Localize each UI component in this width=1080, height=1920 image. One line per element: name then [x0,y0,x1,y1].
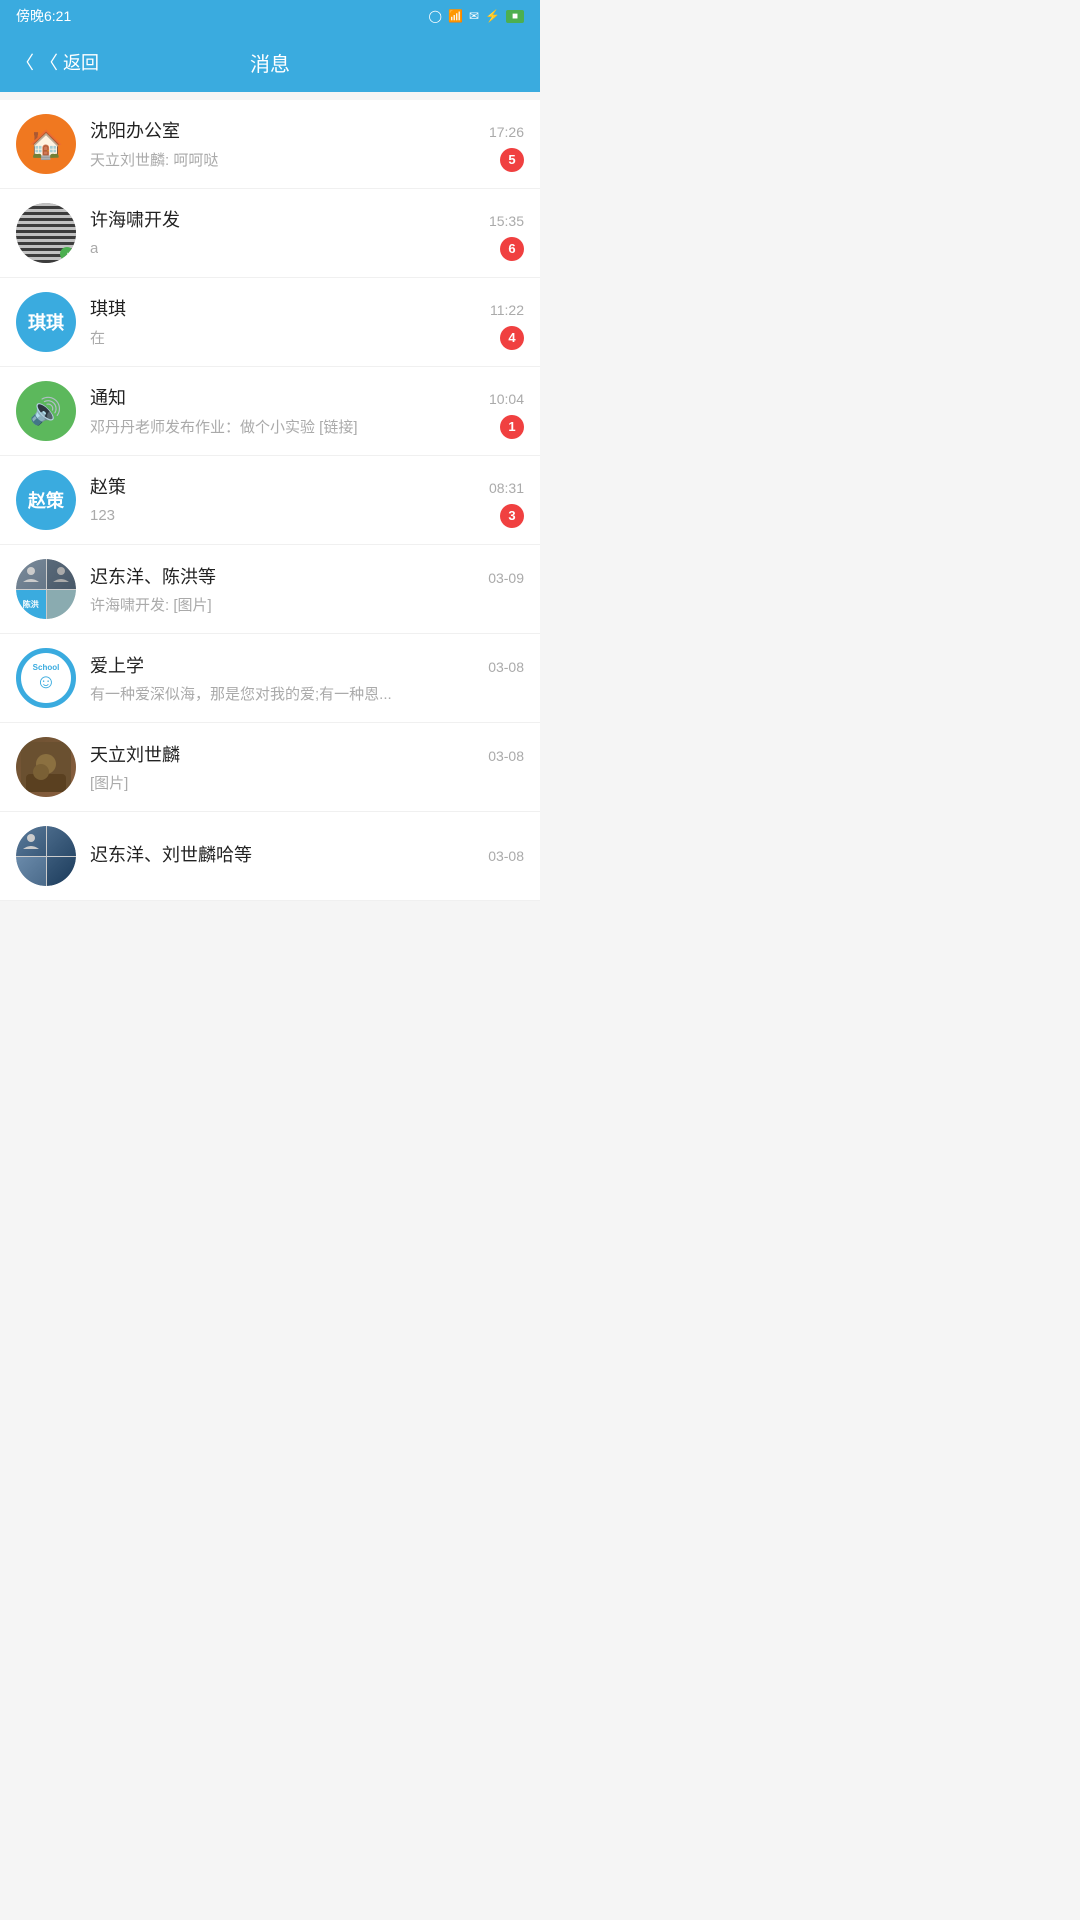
message-time: 08:31 [489,480,524,496]
unread-badge: 5 [500,148,524,172]
message-preview: 邓丹丹老师发布作业：做个小实验 [链接] [90,416,358,437]
contact-name: 爱上学 [90,652,144,678]
message-preview: [图片] [90,772,128,793]
message-time: 03-08 [488,659,524,675]
message-time: 03-09 [488,570,524,586]
message-time: 11:22 [490,302,524,318]
unread-badge: 1 [500,415,524,439]
avatar-text: 赵策 [28,487,64,513]
contact-name: 通知 [90,384,126,410]
message-preview: 许海啸开发: [图片] [90,594,212,615]
contact-name: 沈阳办公室 [90,117,180,143]
contact-name: 赵策 [90,473,126,499]
contact-name: 琪琪 [90,295,126,321]
avatar: 陈洪 [16,559,76,619]
message-content: 迟东洋、刘世麟哈等 03-08 [90,841,524,872]
avatar: School ☺ [16,648,76,708]
unread-badge: 3 [500,504,524,528]
list-item[interactable]: ♪ 许海啸开发 15:35 a 6 [0,189,540,278]
message-time: 03-08 [488,848,524,864]
list-item[interactable]: 🏠 沈阳办公室 17:26 天立刘世麟: 呵呵哒 5 [0,100,540,189]
avatar [16,737,76,797]
message-content: 天立刘世麟 03-08 [图片] [90,741,524,793]
avatar: 🔊 [16,381,76,441]
photo-icon [21,742,71,792]
message-content: 琪琪 11:22 在 4 [90,295,524,350]
message-preview: 天立刘世麟: 呵呵哒 [90,149,218,170]
avatar [16,826,76,886]
message-content: 通知 10:04 邓丹丹老师发布作业：做个小实验 [链接] 1 [90,384,524,439]
list-item[interactable]: 🔊 通知 10:04 邓丹丹老师发布作业：做个小实验 [链接] 1 [0,367,540,456]
group-avatar: 陈洪 [16,559,76,619]
avatar: 赵策 [16,470,76,530]
message-time: 10:04 [489,391,524,407]
avatar: 琪琪 [16,292,76,352]
group-avatar-2 [16,826,76,886]
contact-name: 许海啸开发 [90,206,180,232]
list-item[interactable]: 迟东洋、刘世麟哈等 03-08 [0,812,540,901]
battery-charging-icon: ⚡ [485,9,500,23]
header: 〈 〈 返回 消息 [0,32,540,92]
contact-name: 迟东洋、刘世麟哈等 [90,841,252,867]
contact-name: 天立刘世麟 [90,741,180,767]
wifi-icon: 📶 [448,9,463,23]
message-time: 15:35 [489,213,524,229]
house-icon: 🏠 [29,128,64,161]
message-time: 03-08 [488,748,524,764]
back-label: 〈 返回 [40,49,99,75]
list-item[interactable]: School ☺ 爱上学 03-08 有一种爱深似海，那是您对我的爱;有一种恩.… [0,634,540,723]
message-content: 赵策 08:31 123 3 [90,473,524,528]
avatar: ♪ [16,203,76,263]
back-button[interactable]: 〈 〈 返回 [16,49,99,75]
status-bar: 傍晚6:21 ◯ 📶 ✉ ⚡ ■ [0,0,540,32]
message-preview: 在 [90,327,105,348]
status-time: 傍晚6:21 [16,6,71,26]
list-item[interactable]: 天立刘世麟 03-08 [图片] [0,723,540,812]
message-content: 迟东洋、陈洪等 03-09 许海啸开发: [图片] [90,563,524,615]
page-title: 消息 [250,48,290,77]
avatar-text: 琪琪 [28,309,64,335]
alarm-icon: ◯ [429,9,442,23]
list-item[interactable]: 陈洪 迟东洋、陈洪等 03-09 许海啸开发: [图片] [0,545,540,634]
contact-name: 迟东洋、陈洪等 [90,563,216,589]
battery-icon: ■ [506,10,524,23]
message-time: 17:26 [489,124,524,140]
status-icons: ◯ 📶 ✉ ⚡ ■ [429,9,524,23]
speaker-icon: 🔊 [30,396,62,427]
music-icon: ♪ [60,247,74,261]
message-preview: 123 [90,507,115,524]
list-item[interactable]: 赵策 赵策 08:31 123 3 [0,456,540,545]
avatar: 🏠 [16,114,76,174]
unread-badge: 4 [500,326,524,350]
message-content: 爱上学 03-08 有一种爱深似海，那是您对我的爱;有一种恩... [90,652,524,704]
message-content: 沈阳办公室 17:26 天立刘世麟: 呵呵哒 5 [90,117,524,172]
smile-icon: ☺ [36,672,56,692]
list-item[interactable]: 琪琪 琪琪 11:22 在 4 [0,278,540,367]
message-preview: a [90,240,98,257]
message-content: 许海啸开发 15:35 a 6 [90,206,524,261]
message-preview: 有一种爱深似海，那是您对我的爱;有一种恩... [90,683,392,704]
message-list: 🏠 沈阳办公室 17:26 天立刘世麟: 呵呵哒 5 ♪ 许海啸开发 15:35 [0,100,540,901]
back-icon: 〈 [16,49,34,75]
message-icon: ✉ [469,9,479,23]
unread-badge: 6 [500,237,524,261]
